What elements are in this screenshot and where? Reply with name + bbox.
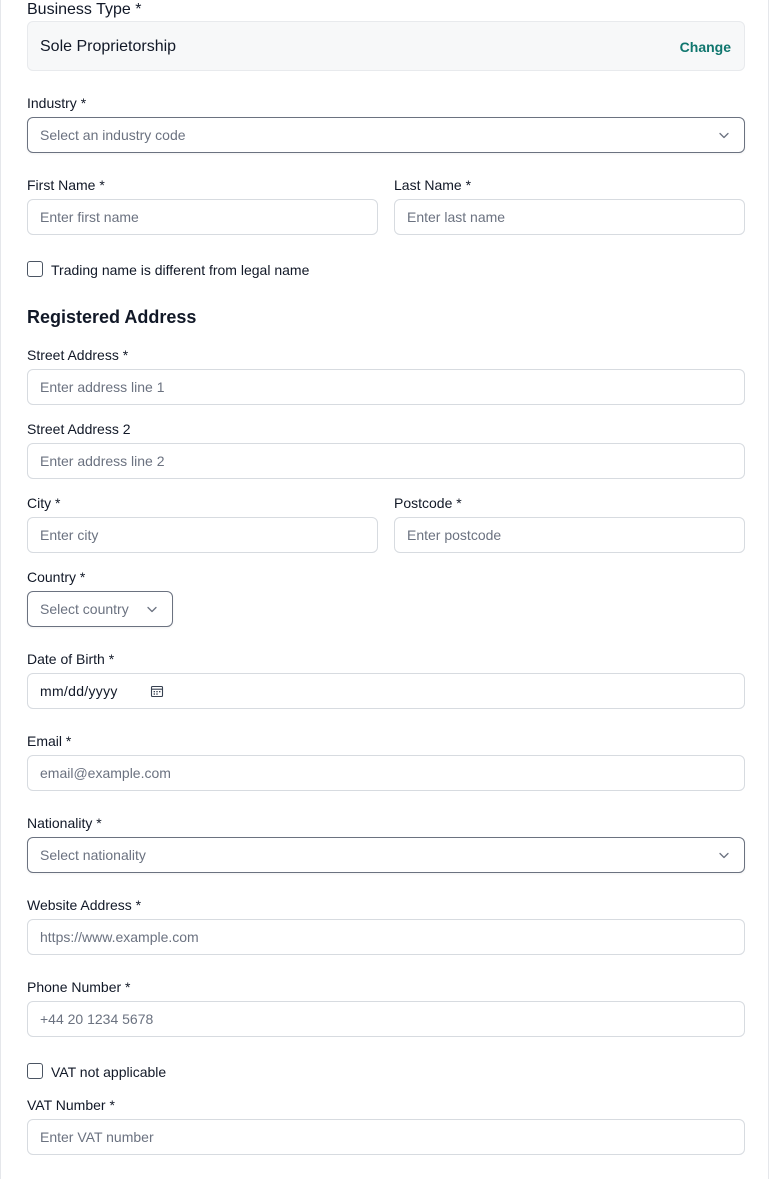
- website-input[interactable]: https://www.example.com: [27, 919, 745, 955]
- last-name-label: Last Name *: [394, 177, 472, 193]
- email-input[interactable]: email@example.com: [27, 755, 745, 791]
- city-placeholder: Enter city: [40, 527, 99, 543]
- street-address-2-label: Street Address 2: [27, 421, 131, 437]
- industry-placeholder: Select an industry code: [40, 127, 186, 143]
- date-of-birth-label: Date of Birth *: [27, 651, 115, 667]
- vat-not-applicable-label[interactable]: VAT not applicable: [51, 1063, 166, 1081]
- registered-address-title: Registered Address: [27, 307, 197, 327]
- street-address-label: Street Address *: [27, 347, 129, 363]
- chevron-down-icon: [147, 606, 157, 613]
- city-input[interactable]: Enter city: [27, 517, 378, 553]
- industry-label: Industry *: [27, 95, 87, 111]
- first-name-placeholder: Enter first name: [40, 209, 139, 225]
- street-address-placeholder: Enter address line 1: [40, 379, 165, 395]
- country-label: Country *: [27, 569, 86, 585]
- street-address-2-input[interactable]: Enter address line 2: [27, 443, 745, 479]
- chevron-down-icon: [719, 132, 729, 139]
- business-type-label: Business Type *: [27, 1, 142, 18]
- email-label: Email *: [27, 733, 72, 749]
- industry-select[interactable]: Select an industry code: [27, 117, 745, 153]
- trading-name-checkbox-label[interactable]: Trading name is different from legal nam…: [51, 261, 309, 279]
- phone-input[interactable]: +44 20 1234 5678: [27, 1001, 745, 1037]
- phone-label: Phone Number *: [27, 979, 131, 995]
- vat-number-input[interactable]: Enter VAT number: [27, 1119, 745, 1155]
- vat-number-label: VAT Number *: [27, 1097, 115, 1113]
- website-placeholder: https://www.example.com: [40, 929, 199, 945]
- form-container: Business Type * Sole Proprietorship Chan…: [0, 0, 769, 1179]
- country-placeholder: Select country: [40, 601, 129, 617]
- first-name-input[interactable]: Enter first name: [27, 199, 378, 235]
- change-business-type-button[interactable]: Change: [680, 38, 731, 56]
- nationality-select[interactable]: Select nationality: [27, 837, 745, 873]
- business-type-value: Sole Proprietorship: [40, 38, 177, 55]
- first-name-label: First Name *: [27, 177, 105, 193]
- trading-name-checkbox[interactable]: [27, 261, 43, 277]
- city-label: City *: [27, 495, 61, 511]
- street-address-2-placeholder: Enter address line 2: [40, 453, 165, 469]
- email-placeholder: email@example.com: [40, 765, 171, 781]
- website-label: Website Address *: [27, 897, 142, 913]
- postcode-label: Postcode *: [394, 495, 462, 511]
- street-address-input[interactable]: Enter address line 1: [27, 369, 745, 405]
- business-type-card: Sole Proprietorship Change: [27, 21, 745, 71]
- vat-not-applicable-checkbox[interactable]: [27, 1063, 43, 1079]
- phone-placeholder: +44 20 1234 5678: [40, 1011, 154, 1027]
- vat-number-placeholder: Enter VAT number: [40, 1129, 154, 1145]
- nationality-placeholder: Select nationality: [40, 847, 146, 863]
- postcode-placeholder: Enter postcode: [407, 527, 502, 543]
- last-name-input[interactable]: Enter last name: [394, 199, 745, 235]
- last-name-placeholder: Enter last name: [407, 209, 506, 225]
- date-of-birth-input[interactable]: mm/dd/yyyy: [27, 673, 745, 709]
- chevron-down-icon: [719, 852, 729, 859]
- country-select[interactable]: Select country: [27, 591, 173, 627]
- date-of-birth-placeholder: mm/dd/yyyy: [40, 683, 118, 699]
- nationality-label: Nationality *: [27, 815, 102, 831]
- postcode-input[interactable]: Enter postcode: [394, 517, 745, 553]
- calendar-icon[interactable]: [150, 684, 164, 698]
